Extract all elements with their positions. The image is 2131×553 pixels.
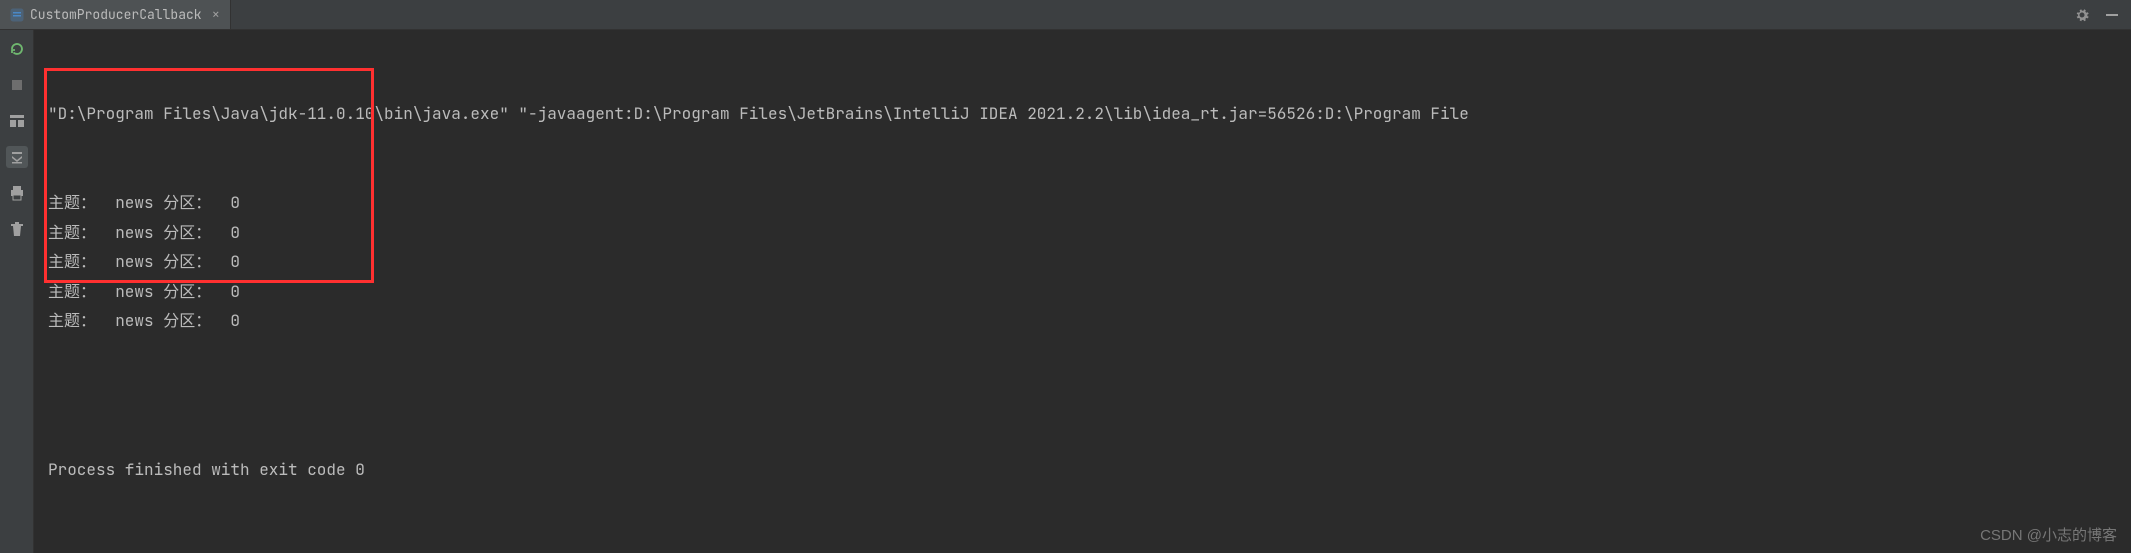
header-actions bbox=[2073, 6, 2131, 24]
output-line: 主题： news 分区： 0 bbox=[48, 247, 2117, 277]
main-area: "D:\Program Files\Java\jdk-11.0.10\bin\j… bbox=[0, 30, 2131, 553]
layout-icon[interactable] bbox=[6, 110, 28, 132]
tab-title: CustomProducerCallback bbox=[30, 6, 202, 23]
left-toolbar bbox=[0, 30, 34, 553]
watermark: CSDN @小志的博客 bbox=[1980, 524, 2117, 545]
run-tool-window-header: CustomProducerCallback × bbox=[0, 0, 2131, 30]
stop-icon[interactable] bbox=[6, 74, 28, 96]
run-config-icon bbox=[10, 8, 24, 22]
trash-icon[interactable] bbox=[6, 218, 28, 240]
exit-message: Process finished with exit code 0 bbox=[48, 455, 2117, 485]
scroll-to-end-icon[interactable] bbox=[6, 146, 28, 168]
output-line: 主题： news 分区： 0 bbox=[48, 306, 2117, 336]
tab-area: CustomProducerCallback × bbox=[0, 0, 231, 29]
minimize-icon[interactable] bbox=[2103, 6, 2121, 24]
run-tab[interactable]: CustomProducerCallback × bbox=[0, 0, 231, 29]
print-icon[interactable] bbox=[6, 182, 28, 204]
console-output[interactable]: "D:\Program Files\Java\jdk-11.0.10\bin\j… bbox=[34, 30, 2131, 553]
gear-icon[interactable] bbox=[2073, 6, 2091, 24]
command-line: "D:\Program Files\Java\jdk-11.0.10\bin\j… bbox=[48, 99, 2117, 129]
output-line: 主题： news 分区： 0 bbox=[48, 188, 2117, 218]
close-icon[interactable]: × bbox=[212, 6, 220, 24]
output-line: 主题： news 分区： 0 bbox=[48, 218, 2117, 248]
output-line: 主题： news 分区： 0 bbox=[48, 277, 2117, 307]
rerun-icon[interactable] bbox=[6, 38, 28, 60]
